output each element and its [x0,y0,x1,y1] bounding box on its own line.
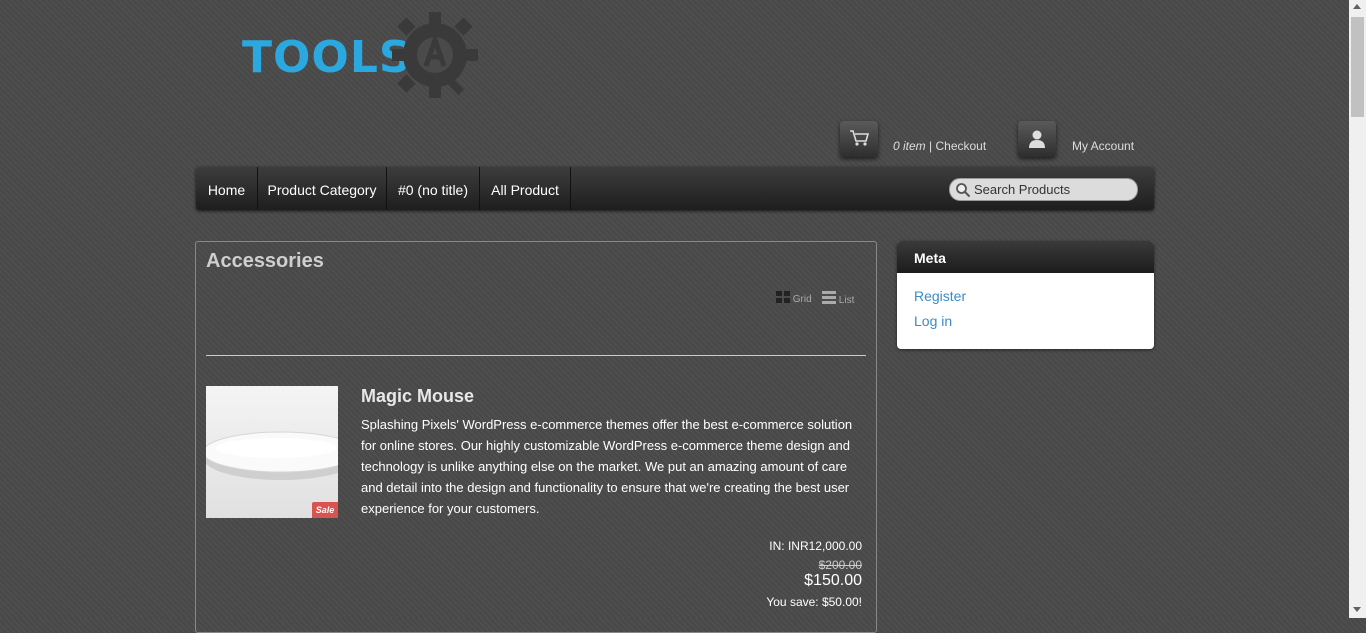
product-description: Splashing Pixels' WordPress e-commerce t… [361,417,853,516]
nav-item-no-title[interactable]: #0 (no title) [387,167,480,210]
you-save: You save: $50.00! [766,595,862,609]
search-input[interactable] [974,180,1132,198]
vertical-scrollbar[interactable] [1349,0,1366,618]
checkout-link[interactable]: Checkout [935,139,986,153]
user-icon [1029,130,1045,148]
old-price: $200.00 [818,558,862,572]
cart-button[interactable] [840,121,878,157]
grid-view-toggle[interactable]: Grid [776,291,812,305]
scroll-down-arrow-icon[interactable] [1353,607,1361,612]
sale-badge: Sale [312,502,338,518]
product-image[interactable]: Sale [206,386,338,518]
gear-logo-icon [392,12,478,98]
cart-icon [850,130,869,146]
list-icon [822,291,836,304]
price-inr: IN: INR12,000.00 [769,539,862,553]
grid-label: Grid [792,294,812,305]
search-icon [956,183,971,198]
grid-icon [776,291,790,303]
cart-count[interactable]: 0 item [893,139,926,153]
logo-text: TOOLS [242,32,412,83]
nav-item-home[interactable]: Home [196,167,258,210]
nav-item-all-product[interactable]: All Product [480,167,571,210]
cart-summary: 0 item | Checkout [893,139,986,153]
scroll-thumb[interactable] [1351,17,1364,117]
account-button[interactable] [1018,121,1056,157]
sale-price: $150.00 [804,572,862,589]
product-title[interactable]: Magic Mouse [361,386,474,407]
login-link[interactable]: Log in [914,313,952,329]
nav-item-product-category[interactable]: Product Category [258,167,387,210]
magic-mouse-image [206,431,338,480]
meta-widget: Meta Register Log in [897,241,1154,349]
cart-separator: | [925,139,936,153]
my-account-link[interactable]: My Account [1072,139,1134,153]
content-panel: Accessories Grid List Sale Magic Mouse S… [195,241,877,633]
search-box [949,178,1138,201]
scroll-up-arrow-icon[interactable] [1353,4,1361,9]
page-title: Accessories [206,250,324,272]
register-link[interactable]: Register [914,288,966,304]
meta-title: Meta [897,241,1154,273]
list-view-toggle[interactable]: List [822,291,854,306]
list-label: List [838,295,855,306]
divider [206,355,866,356]
site-logo[interactable]: TOOLS [242,10,492,100]
